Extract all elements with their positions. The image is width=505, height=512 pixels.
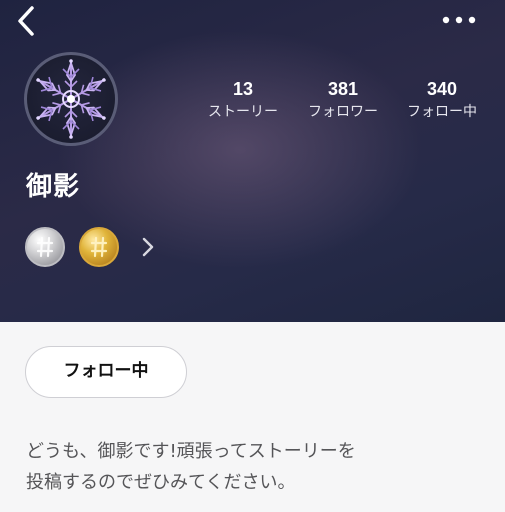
following-button[interactable]: フォロー中 (25, 346, 187, 398)
bio-line-2: 投稿するのでぜひみてください。 (26, 472, 296, 493)
chevron-left-icon (18, 6, 34, 36)
stat-followers[interactable]: 381 フォロワー (293, 78, 393, 122)
more-horizontal-icon (442, 16, 476, 24)
following-count: 340 (426, 79, 458, 99)
stories-count: 13 (232, 79, 254, 99)
profile-bio: どうも、御影です!頑張ってストーリーを 投稿するのでぜひみてください。 (26, 436, 486, 498)
silver-badge-icon (36, 236, 54, 258)
followers-count: 381 (327, 79, 359, 99)
stories-label: ストーリー (208, 104, 278, 120)
badges-more-button[interactable] (138, 234, 158, 260)
followers-label: フォロワー (308, 104, 378, 120)
gold-badge[interactable] (79, 227, 119, 267)
following-label: フォロー中 (407, 104, 477, 120)
silver-badge[interactable] (25, 227, 65, 267)
more-options-button[interactable] (439, 6, 479, 34)
gold-badge-icon (90, 236, 108, 258)
profile-header: 13 ストーリー 381 フォロワー 340 フォロー中 御影 (0, 0, 505, 322)
stat-following[interactable]: 340 フォロー中 (392, 78, 492, 122)
profile-name: 御影 (26, 172, 81, 202)
bio-line-1: どうも、御影です!頑張ってストーリーを (26, 441, 356, 462)
back-button[interactable] (10, 4, 44, 38)
stat-stories[interactable]: 13 ストーリー (193, 78, 293, 122)
profile-stats: 13 ストーリー 381 フォロワー 340 フォロー中 (0, 78, 505, 128)
chevron-right-icon (142, 237, 154, 257)
